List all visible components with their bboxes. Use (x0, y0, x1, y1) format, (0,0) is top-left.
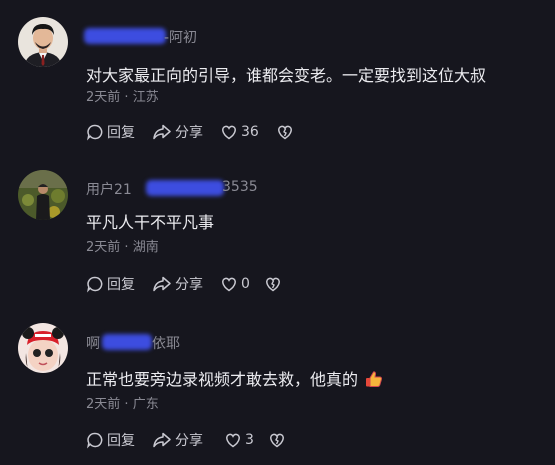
avatar[interactable] (18, 17, 68, 67)
username-prefix: 用户21 (86, 182, 132, 198)
reply-label: 回复 (107, 125, 135, 141)
share-button[interactable]: 分享 (152, 122, 220, 142)
comment-location: 湖南 (132, 240, 159, 255)
comment-actions: 回复 分享 3 (86, 428, 286, 452)
comment-text: 正常也要旁边录视频才敢去救，他真的 (86, 366, 384, 393)
meta-separator: · (120, 397, 133, 412)
username-visible-part: -阿初 (164, 30, 198, 46)
comment-meta: 2天前 · 广东 (86, 393, 159, 412)
share-label: 分享 (175, 277, 203, 293)
comment-meta: 2天前 · 湖南 (86, 236, 159, 255)
reply-label: 回复 (107, 433, 135, 449)
comment-text: 平凡人干不平凡事 (86, 213, 215, 232)
share-icon (152, 431, 172, 449)
thumbs-up-icon (364, 369, 384, 393)
dislike-button[interactable] (268, 431, 286, 449)
broken-heart-icon (268, 431, 286, 449)
reply-button[interactable]: 回复 (86, 122, 152, 142)
avatar[interactable] (18, 170, 68, 220)
like-count: 36 (241, 124, 259, 140)
share-icon (152, 275, 172, 293)
username-suffix: 3535 (222, 179, 258, 195)
comment-meta: 2天前 · 江苏 (86, 86, 159, 105)
like-count: 3 (245, 432, 254, 448)
share-icon (152, 123, 172, 141)
comment-time: 2天前 (86, 90, 121, 105)
share-label: 分享 (175, 433, 203, 449)
meta-separator: · (120, 240, 133, 255)
share-label: 分享 (175, 125, 203, 141)
comment-location: 江苏 (132, 90, 159, 105)
broken-heart-icon (276, 123, 294, 141)
comment-location: 广东 (132, 397, 159, 412)
like-button[interactable]: 36 (220, 123, 276, 141)
dislike-button[interactable] (264, 275, 282, 293)
meta-separator: · (120, 90, 133, 105)
reply-button[interactable]: 回复 (86, 274, 152, 294)
reply-icon (86, 123, 104, 141)
username-prefix: 啊 (86, 336, 100, 352)
comment-text: 对大家最正向的引导，谁都会变老。一定要找到这位大叔 (86, 66, 487, 85)
reply-icon (86, 275, 104, 293)
share-button[interactable]: 分享 (152, 430, 224, 450)
comment-time: 2天前 (86, 240, 121, 255)
redacted-username-mask (102, 334, 152, 350)
comment-text-body: 正常也要旁边录视频才敢去救，他真的 (86, 370, 359, 389)
reply-icon (86, 431, 104, 449)
avatar[interactable] (18, 323, 68, 373)
dislike-button[interactable] (276, 123, 294, 141)
reply-label: 回复 (107, 277, 135, 293)
broken-heart-icon (264, 275, 282, 293)
comment-time: 2天前 (86, 397, 121, 412)
like-button[interactable]: 3 (224, 431, 268, 449)
like-count: 0 (241, 276, 250, 292)
heart-icon (220, 275, 238, 293)
redacted-username-mask (146, 180, 224, 196)
share-button[interactable]: 分享 (152, 274, 220, 294)
heart-icon (220, 123, 238, 141)
like-button[interactable]: 0 (220, 275, 264, 293)
comment-actions: 回复 分享 36 (86, 120, 294, 144)
heart-icon (224, 431, 242, 449)
comment-actions: 回复 分享 0 (86, 272, 282, 296)
reply-button[interactable]: 回复 (86, 430, 152, 450)
username-suffix: 依耶 (152, 336, 180, 352)
redacted-username-mask (84, 28, 166, 44)
